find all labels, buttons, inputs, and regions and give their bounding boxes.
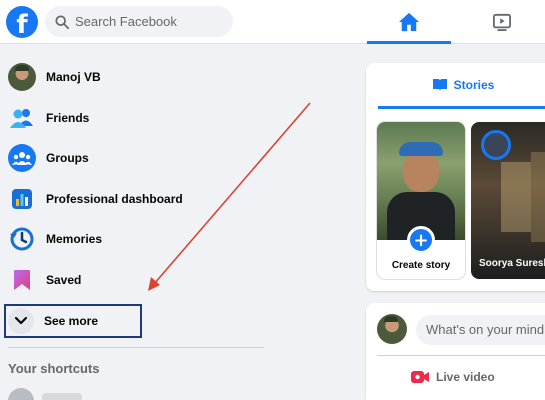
- sidebar-item-profile[interactable]: Manoj VB: [4, 58, 264, 96]
- friend-story-card[interactable]: Soorya Suresh: [471, 122, 545, 279]
- nav-watch-tab[interactable]: [460, 0, 544, 44]
- story-avatar: [481, 130, 511, 160]
- friends-icon: [8, 104, 36, 132]
- sidebar-divider: [8, 347, 264, 348]
- see-more-button[interactable]: See more: [4, 302, 140, 340]
- book-icon: [432, 79, 447, 91]
- create-story-label: Create story: [391, 260, 451, 271]
- tab-stories[interactable]: Stories: [378, 63, 545, 107]
- see-more-label: See more: [44, 314, 99, 328]
- search-icon: [55, 14, 69, 29]
- plus-icon[interactable]: +: [407, 226, 435, 254]
- sidebar-item-friends[interactable]: Friends: [4, 99, 264, 137]
- profile-photo: [377, 122, 465, 240]
- saved-icon: [8, 266, 36, 294]
- create-story-card[interactable]: + Create story: [377, 122, 465, 279]
- sidebar-item-label: Professional dashboard: [46, 192, 183, 206]
- sidebar-item-groups[interactable]: Groups: [4, 139, 264, 177]
- sidebar-item-label: Memories: [46, 232, 103, 246]
- sidebar-item-label: Saved: [46, 273, 82, 287]
- sidebar-item-memories[interactable]: Memories: [4, 220, 264, 258]
- avatar: [8, 63, 36, 91]
- stories-card: Stories + Create story Soorya Suresh: [366, 63, 545, 291]
- left-sidebar: Manoj VB Friends Groups Professional das…: [0, 44, 300, 400]
- memories-icon: [8, 225, 36, 253]
- sidebar-item-saved[interactable]: Saved: [4, 261, 264, 299]
- watch-icon: [493, 13, 511, 31]
- facebook-logo[interactable]: f: [6, 6, 38, 38]
- shortcuts-heading: Your shortcuts: [8, 361, 100, 376]
- home-icon: [399, 12, 419, 32]
- search-input[interactable]: [75, 14, 225, 29]
- sidebar-item-label: Groups: [46, 151, 89, 165]
- live-video-icon: [411, 371, 429, 383]
- sidebar-item-label: Manoj VB: [46, 70, 101, 84]
- top-navigation-bar: f: [0, 0, 545, 44]
- dashboard-icon: [8, 185, 36, 213]
- active-tab-indicator: [367, 41, 451, 44]
- live-video-label: Live video: [436, 370, 495, 384]
- active-tab-indicator: [378, 106, 545, 109]
- groups-icon: [8, 144, 36, 172]
- search-box[interactable]: [45, 6, 233, 37]
- composer-divider: [377, 355, 545, 356]
- composer-input[interactable]: What's on your mind, Manoj?: [416, 315, 545, 345]
- sidebar-item-professional-dashboard[interactable]: Professional dashboard: [4, 180, 264, 218]
- sidebar-item-label: Friends: [46, 111, 90, 125]
- avatar: [377, 314, 407, 344]
- chevron-down-icon: [8, 308, 34, 334]
- tab-stories-label: Stories: [453, 78, 495, 92]
- post-composer: What's on your mind, Manoj? Live video: [366, 303, 545, 400]
- story-author-name: Soorya Suresh: [479, 258, 545, 269]
- nav-home-tab[interactable]: [367, 0, 451, 44]
- live-video-button[interactable]: Live video: [410, 365, 495, 389]
- shortcut-label-partial: [42, 393, 82, 400]
